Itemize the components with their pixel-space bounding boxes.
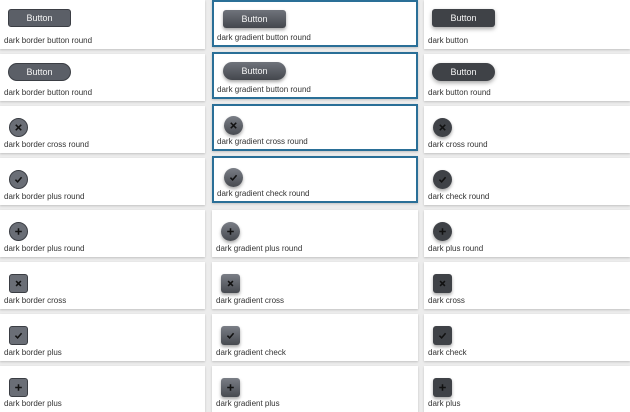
card-label: dark button: [428, 36, 469, 45]
plus-icon[interactable]: [433, 222, 452, 241]
cross-icon[interactable]: [224, 116, 243, 135]
card-label: dark plus: [428, 399, 461, 408]
card-label: dark gradient check: [216, 348, 286, 357]
card-label: dark check: [428, 348, 467, 357]
sample-button[interactable]: Button: [432, 63, 495, 81]
card-dark-button[interactable]: Button dark button: [424, 0, 630, 49]
card-dark-plus[interactable]: dark plus: [424, 366, 630, 412]
check-icon[interactable]: [433, 170, 452, 189]
plus-icon[interactable]: [221, 222, 240, 241]
card-label: dark border plus round: [4, 192, 85, 201]
check-icon[interactable]: [433, 326, 452, 345]
card-label: dark gradient plus round: [216, 244, 303, 253]
card-dark-border-plus-2[interactable]: dark border plus: [0, 366, 205, 412]
check-icon[interactable]: [224, 168, 243, 187]
card-dark-border-plus[interactable]: dark border plus: [0, 314, 205, 361]
card-dark-gradient-button-round-2[interactable]: Button dark gradient button round: [212, 52, 418, 99]
cross-icon[interactable]: [9, 118, 28, 137]
card-label: dark cross round: [428, 140, 488, 149]
card-dark-check-round[interactable]: dark check round: [424, 158, 630, 205]
card-dark-gradient-check-round[interactable]: dark gradient check round: [212, 156, 418, 203]
cross-icon[interactable]: [433, 118, 452, 137]
cross-icon[interactable]: [221, 274, 240, 293]
sample-button[interactable]: Button: [223, 10, 286, 28]
component-grid: Button dark border button round Button d…: [0, 0, 630, 412]
check-icon[interactable]: [221, 326, 240, 345]
card-dark-border-cross-round[interactable]: dark border cross round: [0, 106, 205, 153]
check-icon[interactable]: [9, 326, 28, 345]
card-label: dark border button round: [4, 88, 93, 97]
card-label: dark border cross round: [4, 140, 89, 149]
card-dark-cross[interactable]: dark cross: [424, 262, 630, 309]
card-dark-border-button-round[interactable]: Button dark border button round: [0, 0, 205, 49]
card-dark-gradient-button-round[interactable]: Button dark gradient button round: [212, 0, 418, 47]
card-label: dark gradient check round: [217, 189, 310, 198]
card-dark-border-button-round-2[interactable]: Button dark border button round: [0, 54, 205, 101]
card-label: dark check round: [428, 192, 490, 201]
card-dark-gradient-cross-round[interactable]: dark gradient cross round: [212, 104, 418, 151]
card-label: dark border plus: [4, 399, 62, 408]
card-label: dark border plus round: [4, 244, 85, 253]
card-dark-button-round[interactable]: Button dark button round: [424, 54, 630, 101]
plus-icon[interactable]: [9, 222, 28, 241]
check-icon[interactable]: [9, 170, 28, 189]
card-dark-gradient-plus-round[interactable]: dark gradient plus round: [212, 210, 418, 257]
card-label: dark border button round: [4, 36, 93, 45]
plus-icon[interactable]: [9, 378, 28, 397]
cross-icon[interactable]: [9, 274, 28, 293]
card-label: dark border plus: [4, 348, 62, 357]
card-label: dark cross: [428, 296, 465, 305]
plus-icon[interactable]: [221, 378, 240, 397]
card-label: dark border cross: [4, 296, 67, 305]
cross-icon[interactable]: [433, 274, 452, 293]
sample-button[interactable]: Button: [432, 9, 495, 27]
card-label: dark plus round: [428, 244, 484, 253]
sample-button[interactable]: Button: [223, 62, 286, 80]
card-dark-border-plus-round-2[interactable]: dark border plus round: [0, 210, 205, 257]
card-label: dark button round: [428, 88, 491, 97]
card-dark-border-cross[interactable]: dark border cross: [0, 262, 205, 309]
card-dark-gradient-check[interactable]: dark gradient check: [212, 314, 418, 361]
card-dark-check[interactable]: dark check: [424, 314, 630, 361]
card-dark-gradient-plus[interactable]: dark gradient plus: [212, 366, 418, 412]
card-label: dark gradient cross: [216, 296, 285, 305]
card-dark-border-plus-round[interactable]: dark border plus round: [0, 158, 205, 205]
card-label: dark gradient button round: [217, 33, 311, 42]
card-dark-cross-round[interactable]: dark cross round: [424, 106, 630, 153]
card-dark-plus-round[interactable]: dark plus round: [424, 210, 630, 257]
card-label: dark gradient cross round: [217, 137, 308, 146]
card-label: dark gradient button round: [217, 85, 311, 94]
card-label: dark gradient plus: [216, 399, 280, 408]
card-dark-gradient-cross[interactable]: dark gradient cross: [212, 262, 418, 309]
sample-button[interactable]: Button: [8, 63, 71, 81]
plus-icon[interactable]: [433, 378, 452, 397]
sample-button[interactable]: Button: [8, 9, 71, 27]
